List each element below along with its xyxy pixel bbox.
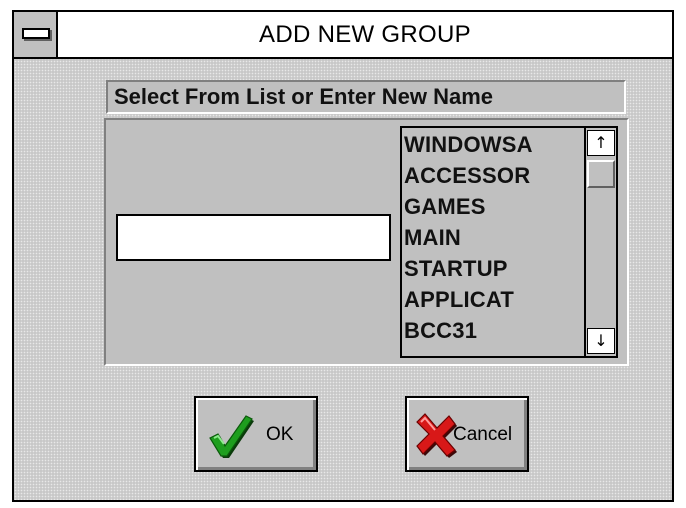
group-name-input[interactable] (116, 214, 391, 261)
list-item[interactable]: APPLICAT (402, 284, 582, 315)
list-item[interactable]: ACCESSOR (402, 160, 582, 191)
system-menu-icon (22, 28, 50, 39)
system-menu-button[interactable] (14, 12, 58, 57)
ok-button-label: OK (266, 424, 294, 445)
scroll-down-arrow-icon[interactable]: ↓ (587, 328, 615, 354)
title-bar[interactable]: ADD NEW GROUP (14, 12, 672, 59)
selection-panel: WINDOWSA ACCESSOR GAMES MAIN STARTUP APP… (104, 118, 629, 366)
cancel-button-label: Cancel (453, 424, 513, 445)
list-item[interactable]: BCC31 (402, 315, 582, 346)
add-new-group-dialog: ADD NEW GROUP Select From List or Enter … (12, 10, 674, 502)
scroll-up-arrow-icon[interactable]: ↑ (587, 130, 615, 156)
cancel-button[interactable]: Cancel (405, 396, 529, 472)
group-list-items: WINDOWSA ACCESSOR GAMES MAIN STARTUP APP… (402, 128, 582, 356)
x-mark-icon (416, 413, 457, 458)
list-scrollbar[interactable]: ↑ ↓ (584, 128, 616, 356)
scroll-thumb[interactable] (587, 160, 615, 188)
ok-button[interactable]: OK (194, 396, 318, 472)
list-item[interactable]: STARTUP (402, 253, 582, 284)
list-item[interactable]: GAMES (402, 191, 582, 222)
list-item[interactable]: WINDOWSA (402, 129, 582, 160)
list-item[interactable]: MAIN (402, 222, 582, 253)
window-title: ADD NEW GROUP (259, 21, 471, 48)
group-listbox[interactable]: WINDOWSA ACCESSOR GAMES MAIN STARTUP APP… (400, 126, 618, 358)
instruction-label: Select From List or Enter New Name (106, 80, 626, 114)
checkmark-icon (209, 415, 254, 458)
